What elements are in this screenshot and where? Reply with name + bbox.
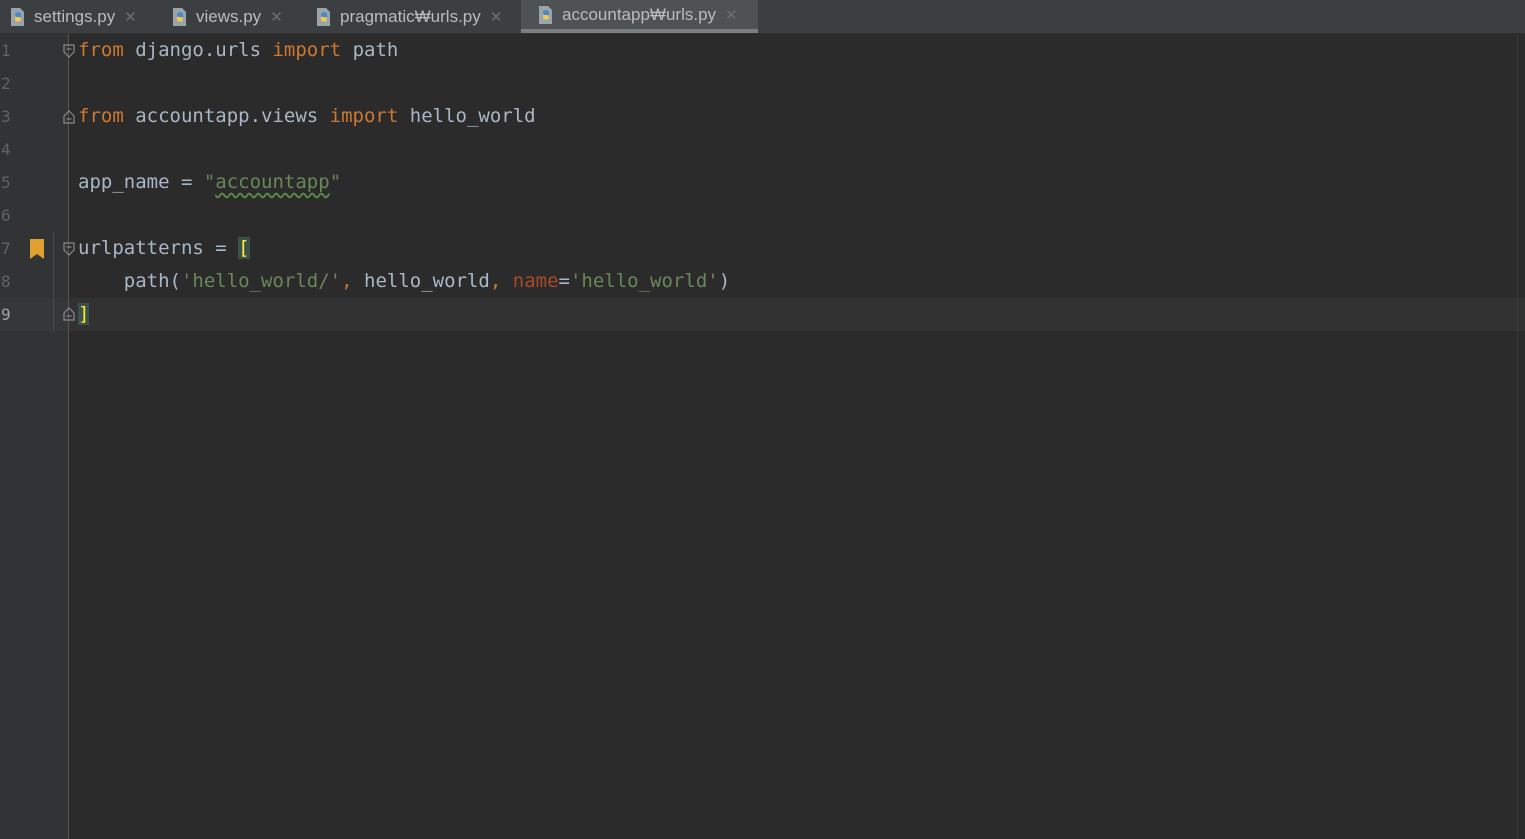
keyword-import: import (272, 39, 342, 61)
tab-label: views.py (196, 6, 262, 26)
python-file-icon (173, 7, 186, 26)
identifier-arg: hello_world (352, 270, 490, 292)
string-quote: " (329, 171, 342, 193)
line-number[interactable]: 1 (1, 34, 23, 67)
imported-name: path (341, 39, 399, 61)
module-name: django.urls (123, 39, 273, 61)
keyword-import: import (329, 105, 399, 127)
code-line-9[interactable]: ] (78, 298, 90, 331)
matched-open-bracket: [ (238, 237, 250, 259)
current-line-highlight (0, 298, 1525, 331)
tab-accountapp-urls-py[interactable]: accountapp₩urls.py ✕ (521, 0, 758, 33)
close-tab-icon[interactable]: ✕ (490, 8, 503, 26)
keyword-argument: name (512, 270, 559, 292)
string-arg: 'hello_world/' (180, 270, 342, 292)
module-name: accountapp.views (123, 105, 330, 127)
equals: = (558, 270, 570, 292)
close-paren: ) (718, 270, 731, 292)
line-number-current[interactable]: 9 (1, 298, 23, 331)
imported-name: hello_world (398, 105, 536, 127)
tab-settings-py[interactable]: settings.py ✕ (8, 0, 137, 33)
code-line-1[interactable]: from django.urls import path (78, 34, 398, 67)
line-number[interactable]: 7 (1, 232, 23, 265)
fold-end-icon[interactable] (62, 307, 76, 321)
string-quote: " (203, 171, 216, 193)
variable-assignment: urlpatterns = (78, 237, 239, 259)
tab-label: settings.py (34, 6, 116, 26)
close-tab-icon[interactable]: ✕ (270, 8, 283, 26)
code-line-7[interactable]: urlpatterns = [ (78, 232, 250, 265)
fold-start-icon[interactable] (62, 242, 76, 256)
tab-views-py[interactable]: views.py ✕ (170, 0, 283, 33)
code-editor[interactable]: 1 2 3 4 5 6 7 8 9 from django.urls impor… (0, 34, 1525, 839)
tab-label: accountapp₩urls.py (562, 4, 717, 24)
comma: , (341, 270, 353, 292)
close-tab-icon[interactable]: ✕ (124, 8, 137, 26)
keyword-from: from (78, 105, 124, 127)
variable-assignment: app_name = (78, 171, 204, 193)
indent-guide (53, 232, 54, 331)
python-file-icon (539, 5, 552, 24)
bookmark-icon[interactable] (29, 239, 45, 259)
tab-label: pragmatic₩urls.py (340, 6, 481, 26)
line-number[interactable]: 5 (1, 166, 23, 199)
editor-tab-bar: settings.py ✕ views.py ✕ pragmatic₩urls.… (0, 0, 1525, 34)
code-line-3[interactable]: from accountapp.views import hello_world (78, 100, 536, 133)
line-number[interactable]: 6 (1, 199, 23, 232)
fold-start-icon[interactable] (62, 44, 76, 58)
tab-pragmatic-urls-py[interactable]: pragmatic₩urls.py ✕ (314, 0, 502, 33)
code-line-5[interactable]: app_name = "accountapp" (78, 166, 341, 199)
line-number[interactable]: 3 (1, 100, 23, 133)
keyword-from: from (78, 39, 124, 61)
string-arg: 'hello_world' (569, 270, 719, 292)
python-file-icon (317, 7, 330, 26)
right-margin-line (1517, 34, 1518, 839)
close-tab-icon[interactable]: ✕ (725, 6, 738, 24)
string-value-typo: accountapp (215, 171, 330, 193)
fold-end-icon[interactable] (62, 110, 76, 124)
matched-close-bracket: ] (78, 303, 90, 325)
comma: , (489, 270, 502, 292)
code-line-8[interactable]: path('hello_world/', hello_world, name='… (78, 265, 730, 298)
python-file-icon (11, 7, 24, 26)
line-number[interactable]: 2 (1, 67, 23, 100)
line-number[interactable]: 4 (1, 133, 23, 166)
line-number[interactable]: 8 (1, 265, 23, 298)
function-call: path( (123, 270, 181, 292)
gutter-separator (68, 34, 69, 839)
